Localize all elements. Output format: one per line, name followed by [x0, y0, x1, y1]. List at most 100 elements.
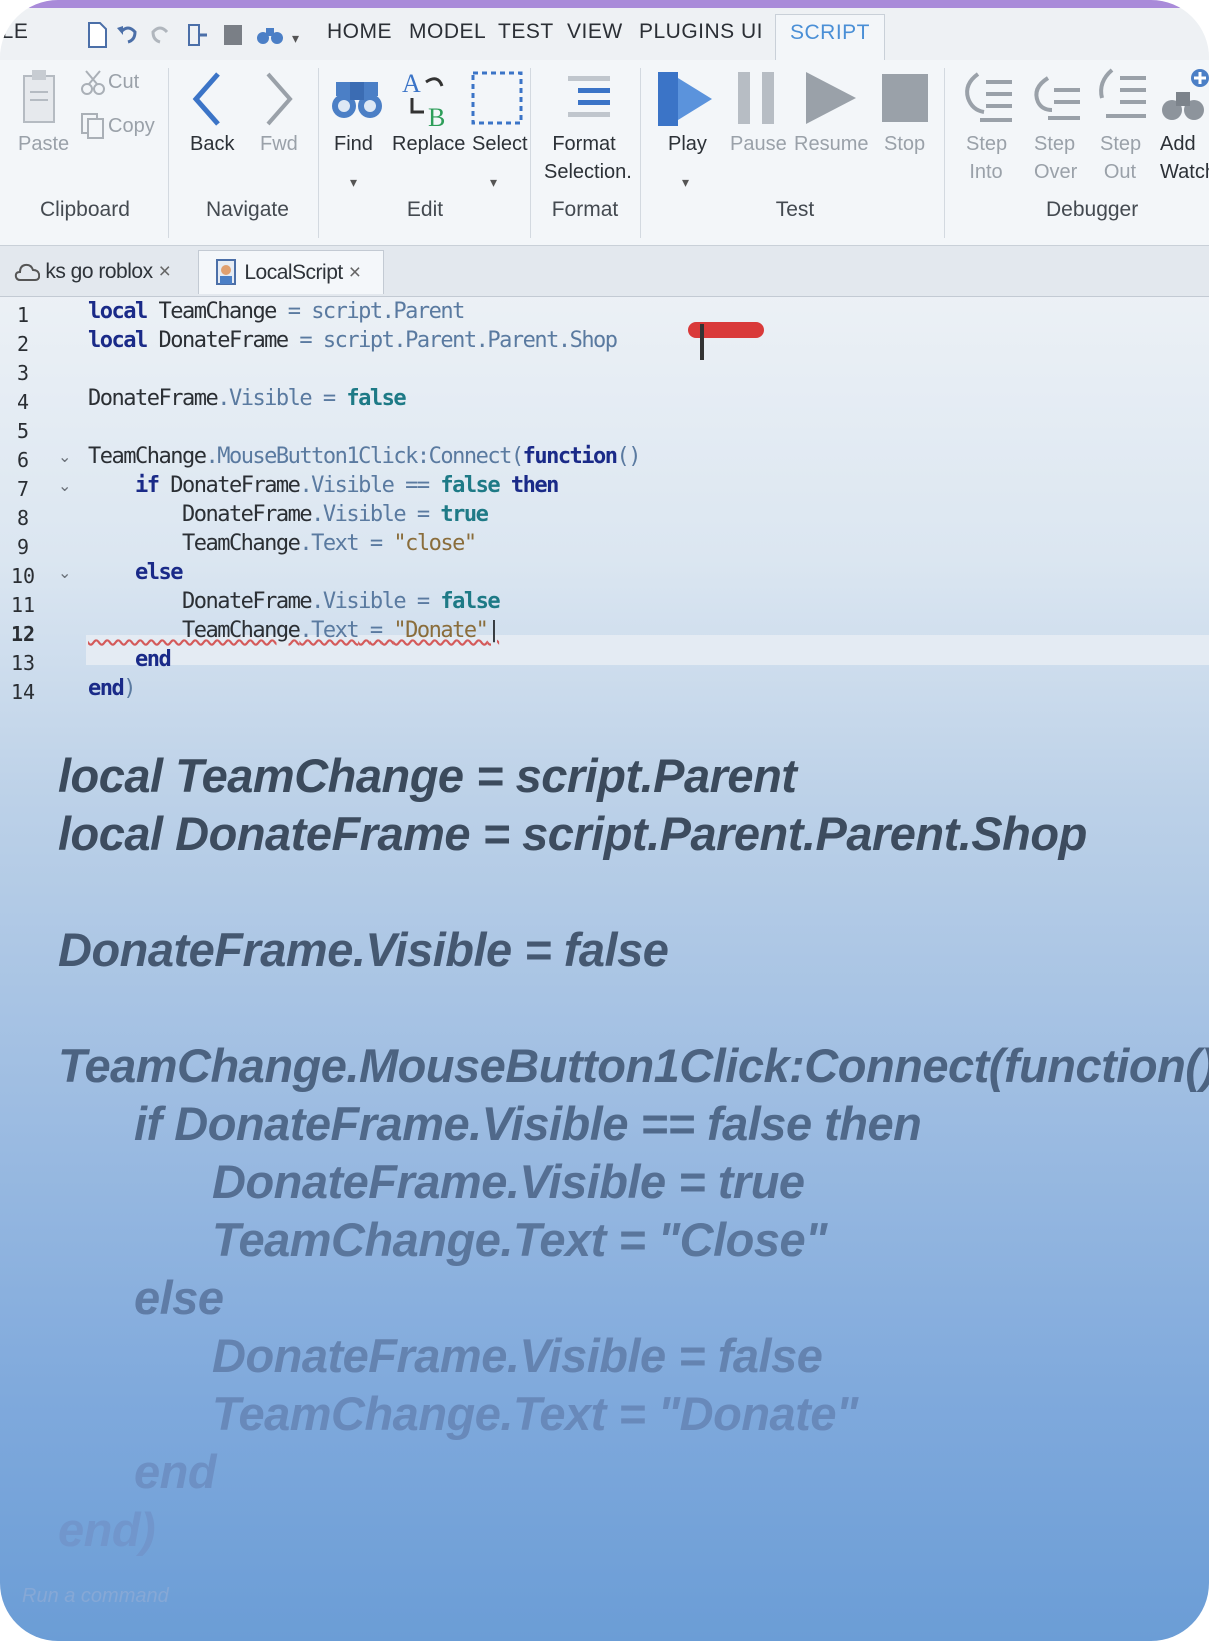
- tab-plugins[interactable]: PLUGINS: [639, 20, 735, 44]
- text-cursor-icon: [700, 324, 704, 360]
- add-watch-button[interactable]: AddWatch: [1160, 130, 1209, 186]
- cloud-icon: [14, 264, 41, 282]
- new-file-icon[interactable]: [86, 22, 108, 48]
- tab-home[interactable]: HOME: [327, 20, 392, 44]
- step-over-icon: [1034, 76, 1080, 120]
- script-editor[interactable]: 1 2 3 4 5 6 7 8 9 10 11 12 13 14 ⌄ ⌄ ⌄ l…: [0, 297, 1209, 737]
- code-line-1: local TeamChange = script.Parent: [88, 299, 465, 324]
- overlay-code-line: end): [58, 1503, 156, 1556]
- code-line-7: if DonateFrame.Visible == false then: [134, 473, 559, 498]
- overlay-code-line: local TeamChange = script.Parent: [58, 749, 797, 802]
- document-tab-bar: ks go roblox × LocalScript ×: [0, 246, 1209, 297]
- stop-square-icon[interactable]: [222, 22, 244, 48]
- format-group-label: Format: [551, 198, 619, 221]
- copy-icon: [81, 113, 104, 139]
- replace-button[interactable]: Replace: [392, 130, 465, 158]
- code-line-6: TeamChange.MouseButton1Click:Connect(fun…: [88, 444, 642, 469]
- tab-test[interactable]: TEST: [498, 20, 554, 44]
- fold-chevron-icon[interactable]: ⌄: [58, 563, 71, 583]
- play-dropdown-icon[interactable]: ▾: [682, 174, 689, 191]
- code-line-2: local DonateFrame = script.Parent.Parent…: [88, 328, 618, 353]
- pause-button[interactable]: Pause: [730, 130, 787, 158]
- copy-button[interactable]: Copy: [108, 112, 155, 140]
- back-button[interactable]: Back: [190, 130, 234, 158]
- format-selection-button[interactable]: Format Selection.: [544, 130, 632, 186]
- format-selection-icon: [568, 76, 610, 117]
- debugger-group-label: Debugger: [1046, 198, 1139, 221]
- code-line-13: end: [134, 647, 172, 672]
- step-out-button[interactable]: Step Out: [1100, 130, 1141, 186]
- select-button[interactable]: Select: [472, 130, 528, 158]
- line-number: 7: [16, 477, 30, 501]
- quick-access-dropdown-icon[interactable]: ▾: [292, 30, 299, 47]
- group-divider: [168, 68, 169, 238]
- binoculars-icon[interactable]: [256, 22, 284, 48]
- tab-label: ks go roblox: [45, 260, 153, 283]
- code-line-4: DonateFrame.Visible = false: [88, 386, 407, 411]
- app-window: FILE ▾ HOME MODEL TEST VIEW PLUGINS UI S…: [0, 0, 1209, 1641]
- paste-icon[interactable]: [22, 68, 58, 126]
- replace-icon: AB: [402, 69, 445, 128]
- forward-button[interactable]: Fwd: [260, 130, 298, 158]
- find-binoculars-icon: [332, 82, 382, 118]
- close-icon[interactable]: ×: [349, 261, 361, 284]
- overlay-code-line: DonateFrame.Visible = true: [212, 1155, 805, 1208]
- fold-chevron-icon[interactable]: ⌄: [58, 476, 71, 496]
- tab-model[interactable]: MODEL: [409, 20, 486, 44]
- navigate-group-label: Navigate: [206, 198, 289, 221]
- tab-localscript[interactable]: LocalScript ×: [198, 250, 384, 294]
- publish-icon[interactable]: [186, 22, 208, 48]
- step-over-button[interactable]: Step Over: [1034, 130, 1077, 186]
- command-bar-input[interactable]: Run a command: [22, 1585, 169, 1608]
- tab-view[interactable]: VIEW: [567, 20, 623, 44]
- line-number: 8: [16, 506, 30, 530]
- find-dropdown-icon[interactable]: ▾: [350, 174, 357, 191]
- stop-icon: [882, 74, 928, 122]
- test-group-label: Test: [775, 198, 815, 221]
- line-number: 3: [16, 361, 30, 385]
- tab-file[interactable]: FILE: [0, 20, 28, 44]
- play-button[interactable]: Play: [668, 130, 707, 158]
- pause-icon: [738, 72, 774, 124]
- undo-icon[interactable]: [116, 22, 138, 48]
- tab-ks-go-roblox[interactable]: ks go roblox ×: [14, 250, 192, 294]
- group-divider: [530, 68, 531, 238]
- add-watch-icon: [1162, 69, 1209, 120]
- code-line-12: TeamChange.Text = "Donate"|: [88, 618, 501, 643]
- code-line-14: end): [88, 676, 136, 701]
- step-out-icon: [1099, 68, 1146, 118]
- paste-button[interactable]: Paste: [18, 130, 69, 158]
- code-line-10: else: [134, 560, 183, 585]
- find-button[interactable]: Find: [334, 130, 373, 158]
- line-number-current: 12: [10, 622, 36, 646]
- select-marquee-icon: [471, 71, 523, 125]
- overlay-code-line: TeamChange.Text = "Donate": [212, 1387, 858, 1440]
- back-arrow-icon: [192, 72, 220, 126]
- overlay-code-line: TeamChange.Text = "Close": [212, 1213, 827, 1266]
- tab-ui[interactable]: UI: [741, 20, 763, 44]
- cut-button[interactable]: Cut: [108, 68, 139, 96]
- code-line-11: DonateFrame.Visible = false: [88, 589, 501, 614]
- ribbon-panel: Paste Cut Copy Clipboard Back Fwd Naviga…: [0, 60, 1209, 246]
- code-line-8: DonateFrame.Visible = true: [88, 502, 489, 527]
- overlay-code-line: TeamChange.MouseButton1Click:Connect(fun…: [58, 1039, 1209, 1092]
- overlay-code-line: DonateFrame.Visible = false: [58, 923, 669, 976]
- line-number: 6: [16, 448, 30, 472]
- step-into-icon: [965, 72, 1012, 122]
- stop-button[interactable]: Stop: [884, 130, 925, 158]
- select-dropdown-icon[interactable]: ▾: [490, 174, 497, 191]
- fold-chevron-icon[interactable]: ⌄: [58, 447, 71, 467]
- redo-icon[interactable]: [150, 22, 172, 48]
- svg-text:A: A: [402, 69, 421, 98]
- line-number: 5: [16, 419, 30, 443]
- svg-text:B: B: [428, 103, 445, 128]
- line-number: 1: [16, 303, 30, 327]
- forward-arrow-icon: [266, 72, 293, 126]
- close-icon[interactable]: ×: [159, 260, 171, 283]
- ribbon-tab-row: FILE ▾ HOME MODEL TEST VIEW PLUGINS UI S…: [0, 8, 1209, 67]
- code-line-9: TeamChange.Text = "close": [88, 531, 477, 556]
- line-number-gutter: 1 2 3 4 5 6 7 8 9 10 11 12 13 14: [0, 297, 60, 737]
- step-into-button[interactable]: Step Into: [966, 130, 1007, 186]
- edit-group-label: Edit: [406, 198, 444, 221]
- resume-button[interactable]: Resume: [794, 130, 868, 158]
